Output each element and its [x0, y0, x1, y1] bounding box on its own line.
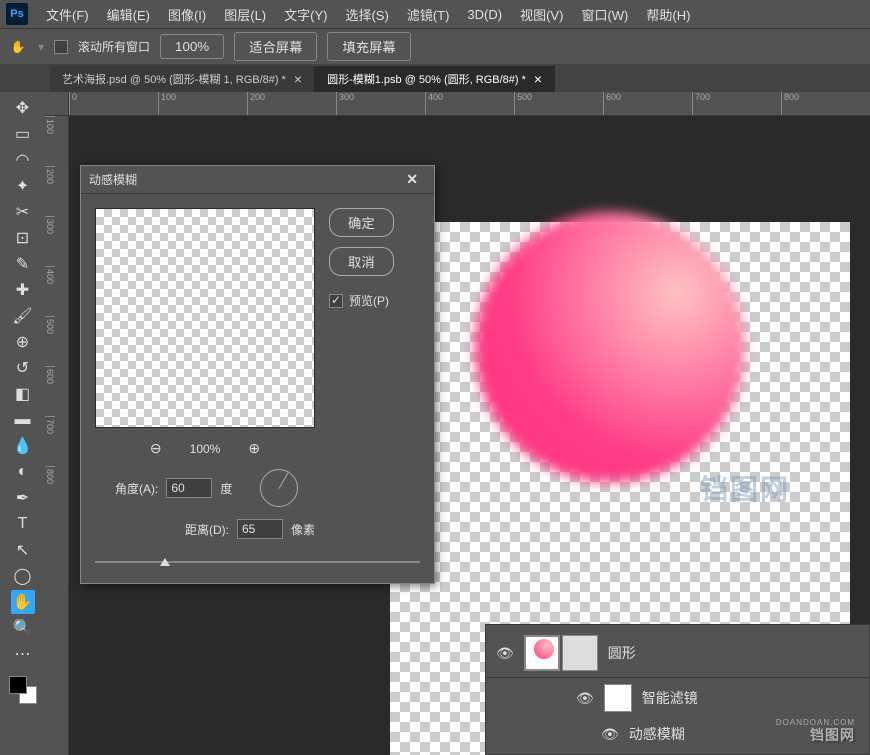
filter-preview[interactable] — [95, 208, 315, 428]
eyedropper-tool-icon[interactable]: ✎ — [11, 252, 35, 276]
menu-edit[interactable]: 编辑(E) — [99, 1, 158, 28]
doc-tab-1[interactable]: 圆形-模糊1.psb @ 50% (圆形, RGB/8#) * × — [315, 66, 555, 92]
mask-thumbnail[interactable] — [562, 635, 598, 671]
doc-tab-0[interactable]: 艺术海报.psd @ 50% (圆形-模糊 1, RGB/8#) * × — [50, 66, 315, 92]
preview-checkbox[interactable] — [329, 294, 343, 308]
menu-layer[interactable]: 图层(L) — [216, 1, 274, 28]
ellipse-tool-icon[interactable]: ◯ — [11, 564, 35, 588]
path-select-tool-icon[interactable]: ↖ — [11, 538, 35, 562]
distance-unit: 像素 — [291, 521, 315, 538]
toolbar: ✥ ▭ ◠ ✦ ✂ ⊡ ✎ ✚ 🖌 ⊕ ↺ ◧ ▬ 💧 ◐ ✒ T ↖ ◯ ✋ … — [0, 92, 45, 755]
ok-button[interactable]: 确定 — [329, 208, 394, 237]
ruler-horizontal: 0 100 200 300 400 500 600 700 800 — [69, 92, 870, 116]
eraser-tool-icon[interactable]: ◧ — [11, 382, 35, 406]
scroll-all-checkbox[interactable] — [54, 40, 68, 54]
scroll-all-label: 滚动所有窗口 — [78, 38, 150, 55]
layer-row-main[interactable]: 👁 圆形 — [486, 629, 869, 678]
smart-filter-label: 智能滤镜 — [642, 688, 698, 708]
preview-label: 预览(P) — [349, 292, 389, 309]
frame-tool-icon[interactable]: ⊡ — [11, 226, 35, 250]
more-tools-icon[interactable]: ⋯ — [11, 642, 35, 666]
distance-input[interactable] — [237, 519, 283, 539]
pen-tool-icon[interactable]: ✒ — [11, 486, 35, 510]
zoom-tool-icon[interactable]: 🔍 — [11, 616, 35, 640]
fill-screen-button[interactable]: 填充屏幕 — [327, 32, 410, 61]
visibility-icon[interactable]: 👁 — [496, 645, 514, 662]
blur-tool-icon[interactable]: 💧 — [11, 434, 35, 458]
close-icon[interactable]: ✕ — [398, 169, 426, 190]
smart-filter-thumbnail[interactable] — [604, 684, 632, 712]
visibility-icon[interactable]: 👁 — [576, 690, 594, 707]
history-brush-tool-icon[interactable]: ↺ — [11, 356, 35, 380]
menu-3d[interactable]: 3D(D) — [459, 3, 510, 26]
menu-filter[interactable]: 滤镜(T) — [399, 1, 458, 28]
zoom-value-button[interactable]: 100% — [160, 34, 224, 59]
menu-select[interactable]: 选择(S) — [337, 1, 396, 28]
menu-window[interactable]: 窗口(W) — [573, 1, 636, 28]
stamp-tool-icon[interactable]: ⊕ — [11, 330, 35, 354]
lasso-tool-icon[interactable]: ◠ — [11, 148, 35, 172]
menu-type[interactable]: 文字(Y) — [276, 1, 335, 28]
menu-view[interactable]: 视图(V) — [512, 1, 571, 28]
type-tool-icon[interactable]: T — [11, 512, 35, 536]
layer-name[interactable]: 圆形 — [608, 643, 636, 663]
watermark-brand-2: 铛图网 — [700, 468, 790, 508]
ruler-corner — [45, 92, 69, 116]
motion-blur-dialog: 动感模糊 ✕ 确定 取消 预览(P) ⊖ 100% ⊕ 角度(A): 度 — [80, 165, 435, 584]
circle-shape — [475, 212, 745, 482]
close-icon[interactable]: × — [294, 71, 302, 87]
fit-screen-button[interactable]: 适合屏幕 — [234, 32, 317, 61]
healing-tool-icon[interactable]: ✚ — [11, 278, 35, 302]
dialog-title: 动感模糊 — [89, 171, 137, 188]
distance-slider[interactable] — [95, 555, 420, 569]
color-swatches[interactable] — [9, 676, 37, 704]
options-bar: ✋ ▾ 滚动所有窗口 100% 适合屏幕 填充屏幕 — [0, 28, 870, 64]
watermark-sub: DOANDOAN.COM — [776, 718, 855, 727]
foreground-color-swatch[interactable] — [9, 676, 27, 694]
magic-wand-tool-icon[interactable]: ✦ — [11, 174, 35, 198]
cancel-button[interactable]: 取消 — [329, 247, 394, 276]
filter-name[interactable]: 动感模糊 — [629, 724, 685, 744]
app-icon: Ps — [6, 3, 28, 25]
menu-image[interactable]: 图像(I) — [160, 1, 214, 28]
crop-tool-icon[interactable]: ✂ — [11, 200, 35, 224]
gradient-tool-icon[interactable]: ▬ — [11, 408, 35, 432]
layer-row-smart-filters[interactable]: 👁 智能滤镜 — [486, 678, 869, 718]
watermark-brand: 铛图网 — [810, 725, 855, 745]
dialog-titlebar[interactable]: 动感模糊 ✕ — [81, 166, 434, 194]
zoom-in-icon[interactable]: ⊕ — [248, 440, 260, 457]
brush-tool-icon[interactable]: 🖌 — [11, 304, 35, 328]
menu-help[interactable]: 帮助(H) — [638, 1, 698, 28]
hand-tool-icon: ✋ — [8, 37, 28, 57]
document-tabs: 艺术海报.psd @ 50% (圆形-模糊 1, RGB/8#) * × 圆形-… — [0, 64, 870, 92]
close-icon[interactable]: × — [534, 71, 542, 87]
angle-label: 角度(A): — [115, 480, 158, 497]
visibility-icon[interactable]: 👁 — [601, 726, 619, 743]
doc-tab-label: 圆形-模糊1.psb @ 50% (圆形, RGB/8#) * — [327, 71, 526, 87]
ruler-vertical: 100 200 300 400 500 600 700 800 — [45, 116, 69, 755]
preview-zoom-value: 100% — [190, 442, 221, 456]
menu-file[interactable]: 文件(F) — [38, 1, 97, 28]
marquee-tool-icon[interactable]: ▭ — [11, 122, 35, 146]
zoom-out-icon[interactable]: ⊖ — [150, 440, 162, 457]
dodge-tool-icon[interactable]: ◐ — [11, 460, 35, 484]
menubar: Ps 文件(F) 编辑(E) 图像(I) 图层(L) 文字(Y) 选择(S) 滤… — [0, 0, 870, 28]
angle-unit: 度 — [220, 480, 232, 497]
move-tool-icon[interactable]: ✥ — [11, 96, 35, 120]
hand-tool-icon[interactable]: ✋ — [11, 590, 35, 614]
slider-thumb-icon[interactable] — [160, 558, 170, 566]
doc-tab-label: 艺术海报.psd @ 50% (圆形-模糊 1, RGB/8#) * — [62, 71, 286, 87]
angle-dial[interactable] — [260, 469, 298, 507]
distance-label: 距离(D): — [185, 521, 229, 538]
angle-input[interactable] — [166, 478, 212, 498]
layer-thumbnail[interactable] — [524, 635, 560, 671]
